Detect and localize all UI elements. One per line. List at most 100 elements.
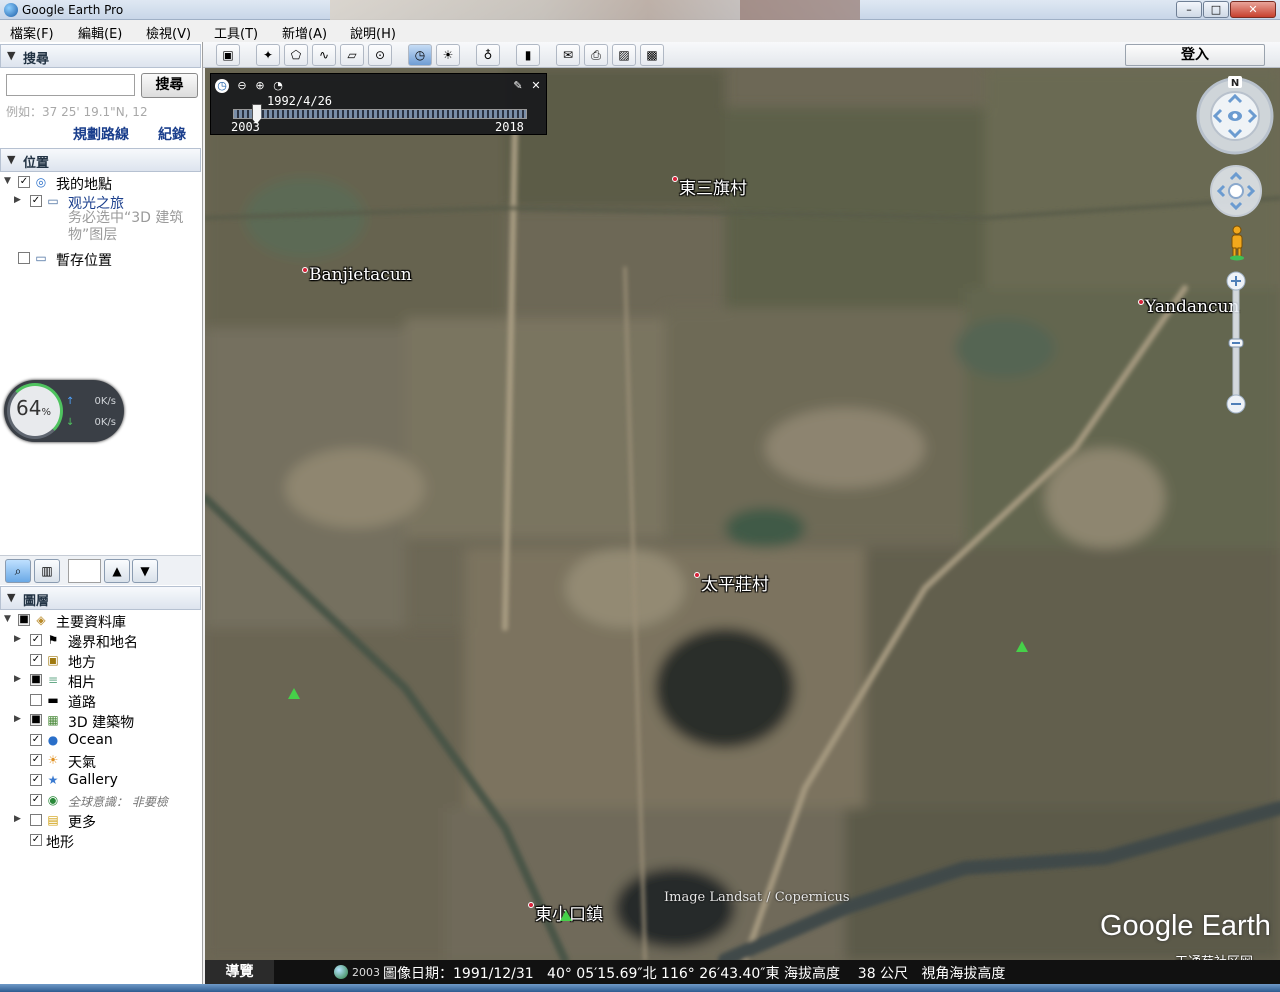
sidebar-toggle-icon[interactable]: ▣ [216, 44, 240, 66]
layer-ocean[interactable]: ✓ ● Ocean [0, 731, 200, 751]
layer-gallery[interactable]: ✓ ★ Gallery [0, 771, 200, 791]
layer-global-awareness[interactable]: ✓ ◉ 全球意識： 非要檢 [0, 791, 200, 811]
panel-toggle-icon[interactable]: ▥ [34, 559, 60, 583]
layer-weather[interactable]: ✓ ☀ 天氣 [0, 751, 200, 771]
move-up-icon[interactable]: ▲ [104, 559, 130, 583]
layer-places[interactable]: ✓ ▣ 地方 [0, 651, 200, 671]
history-link[interactable]: 紀錄 [158, 124, 186, 144]
status-coordinates: 圖像日期：1991/12/31 40° 05′15.69″北 116° 26′4… [383, 966, 1006, 982]
checkbox[interactable]: ■ [30, 674, 42, 686]
layer-photos[interactable]: ▶ ■ ≡ 相片 [0, 671, 200, 691]
layer-terrain[interactable]: ✓ 地形 [0, 831, 200, 851]
move-joystick-icon[interactable] [1210, 165, 1262, 217]
place-label-yandancun[interactable]: Yandancun [1138, 297, 1239, 317]
add-path-icon[interactable]: ∿ [312, 44, 336, 66]
minimize-button[interactable]: – [1176, 1, 1202, 18]
checkbox[interactable]: ✓ [30, 634, 42, 646]
view-in-maps-icon[interactable]: ▩ [640, 44, 664, 66]
network-speed-widget[interactable]: 64% ↑ 0K/s ↓ 0K/s [4, 380, 124, 442]
checkbox[interactable]: ■ [18, 614, 30, 626]
slider-track[interactable] [233, 109, 527, 119]
historical-imagery-slider[interactable]: ◷ ⊖ ⊕ ◔ ✎ ✕ 1992/4/26 2003 2018 [210, 73, 547, 135]
zoom-in-time-icon[interactable]: ⊕ [253, 79, 267, 93]
checkbox[interactable]: ✓ [30, 734, 42, 746]
layer-more[interactable]: ▶ ▤ 更多 [0, 811, 200, 831]
layer-borders[interactable]: ▶ ✓ ⚑ 邊界和地名 [0, 631, 200, 651]
add-polygon-icon[interactable]: ⬠ [284, 44, 308, 66]
expand-arrow-icon[interactable]: ▶ [14, 814, 21, 824]
compass-ring-icon[interactable]: N [1195, 76, 1275, 156]
sunlight-icon[interactable]: ☀ [436, 44, 460, 66]
checkbox[interactable]: ✓ [30, 774, 42, 786]
menu-edit[interactable]: 編輯(E) [78, 23, 122, 42]
street-view-pegman-icon[interactable] [1229, 225, 1245, 261]
main-toolbar: ▣ ✦ ⬠ ∿ ▱ ⊙ ◷ ☀ ♁ ▮ ✉ ⎙ ▨ ▩ 登入 [203, 42, 1280, 68]
maximize-button[interactable]: □ [1203, 1, 1229, 18]
green-tree-pin-icon[interactable] [1016, 641, 1028, 652]
image-overlay-icon[interactable]: ▱ [340, 44, 364, 66]
menu-view[interactable]: 檢視(V) [146, 23, 191, 42]
place-label-dongsanqi[interactable]: 東三旗村 [672, 174, 747, 199]
plan-route-link[interactable]: 規劃路線 [73, 124, 129, 144]
switch-planet-icon[interactable]: ♁ [476, 44, 500, 66]
menu-file[interactable]: 檔案(F) [10, 23, 54, 42]
layer-primary-database[interactable]: ▼ ■ ◈ 主要資料庫 [0, 611, 200, 631]
download-arrow-icon: ↓ [66, 417, 75, 428]
expand-arrow-icon[interactable]: ▼ [4, 176, 11, 186]
save-image-icon[interactable]: ▨ [612, 44, 636, 66]
layer-3d-buildings[interactable]: ▶ ■ ▦ 3D 建築物 [0, 711, 200, 731]
place-label-taipingzhuang[interactable]: 太平莊村 [694, 570, 769, 595]
email-icon[interactable]: ✉ [556, 44, 580, 66]
speed-percent-value: 64 [16, 396, 42, 420]
ruler-icon[interactable]: ▮ [516, 44, 540, 66]
earth-map-view[interactable]: 東三旗村 Banjietacun Yandancun 太平莊村 東小口鎮 Ima… [205, 68, 1280, 960]
layers-filter-field[interactable] [68, 559, 101, 583]
layers-panel-header[interactable]: ▼ 圖層 [0, 586, 201, 610]
layer-roads[interactable]: ▬ 道路 [0, 691, 200, 711]
magnifier-icon[interactable]: ⌕ [5, 559, 31, 583]
places-item-tour[interactable]: ▶ ✓ ▭ 观光之旅 [0, 192, 200, 212]
placemark-dot-icon [672, 176, 678, 182]
navigation-tab[interactable]: 導覽 [205, 960, 274, 984]
zoom-slider[interactable] [1226, 271, 1246, 414]
expand-arrow-icon[interactable]: ▶ [14, 634, 21, 644]
checkbox[interactable]: ■ [30, 714, 42, 726]
place-label-banjietacun[interactable]: Banjietacun [302, 265, 412, 285]
add-placemark-icon[interactable]: ✦ [256, 44, 280, 66]
places-item-my-places[interactable]: ▼ ✓ ◎ 我的地點 [0, 173, 200, 193]
menu-help[interactable]: 說明(H) [350, 23, 396, 42]
checkbox[interactable] [30, 694, 42, 706]
zoom-out-time-icon[interactable]: ⊖ [235, 79, 249, 93]
green-tree-pin-icon[interactable] [560, 910, 572, 921]
checkbox[interactable]: ✓ [30, 794, 42, 806]
expand-arrow-icon[interactable]: ▶ [14, 714, 21, 724]
checkbox[interactable] [30, 814, 42, 826]
search-input[interactable] [6, 74, 135, 96]
places-item-temporary[interactable]: ▭ 暫存位置 [0, 249, 200, 269]
menu-add[interactable]: 新增(A) [282, 23, 327, 42]
expand-arrow-icon[interactable]: ▶ [14, 195, 21, 205]
checkbox[interactable]: ✓ [30, 834, 42, 846]
search-panel-header[interactable]: ▼ 搜尋 [0, 44, 201, 68]
checkbox[interactable]: ✓ [30, 654, 42, 666]
record-tour-icon[interactable]: ⊙ [368, 44, 392, 66]
login-button[interactable]: 登入 [1125, 44, 1265, 66]
checkbox[interactable]: ✓ [30, 195, 42, 207]
search-button[interactable]: 搜尋 [141, 73, 198, 98]
close-slider-icon[interactable]: ✕ [529, 79, 543, 93]
move-down-icon[interactable]: ▼ [132, 559, 158, 583]
places-panel-header[interactable]: ▼ 位置 [0, 148, 201, 172]
time-settings-icon[interactable]: ◔ [271, 79, 285, 93]
print-icon[interactable]: ⎙ [584, 44, 608, 66]
checkbox[interactable] [18, 252, 30, 264]
close-button[interactable]: ✕ [1230, 1, 1276, 18]
checkbox[interactable]: ✓ [18, 176, 30, 188]
historical-imagery-icon[interactable]: ◷ [408, 44, 432, 66]
clock-icon[interactable]: ◷ [215, 79, 229, 93]
wrench-icon[interactable]: ✎ [511, 79, 525, 93]
menu-tools[interactable]: 工具(T) [214, 23, 258, 42]
green-tree-pin-icon[interactable] [288, 688, 300, 699]
expand-arrow-icon[interactable]: ▶ [14, 674, 21, 684]
expand-arrow-icon[interactable]: ▼ [4, 614, 11, 624]
checkbox[interactable]: ✓ [30, 754, 42, 766]
